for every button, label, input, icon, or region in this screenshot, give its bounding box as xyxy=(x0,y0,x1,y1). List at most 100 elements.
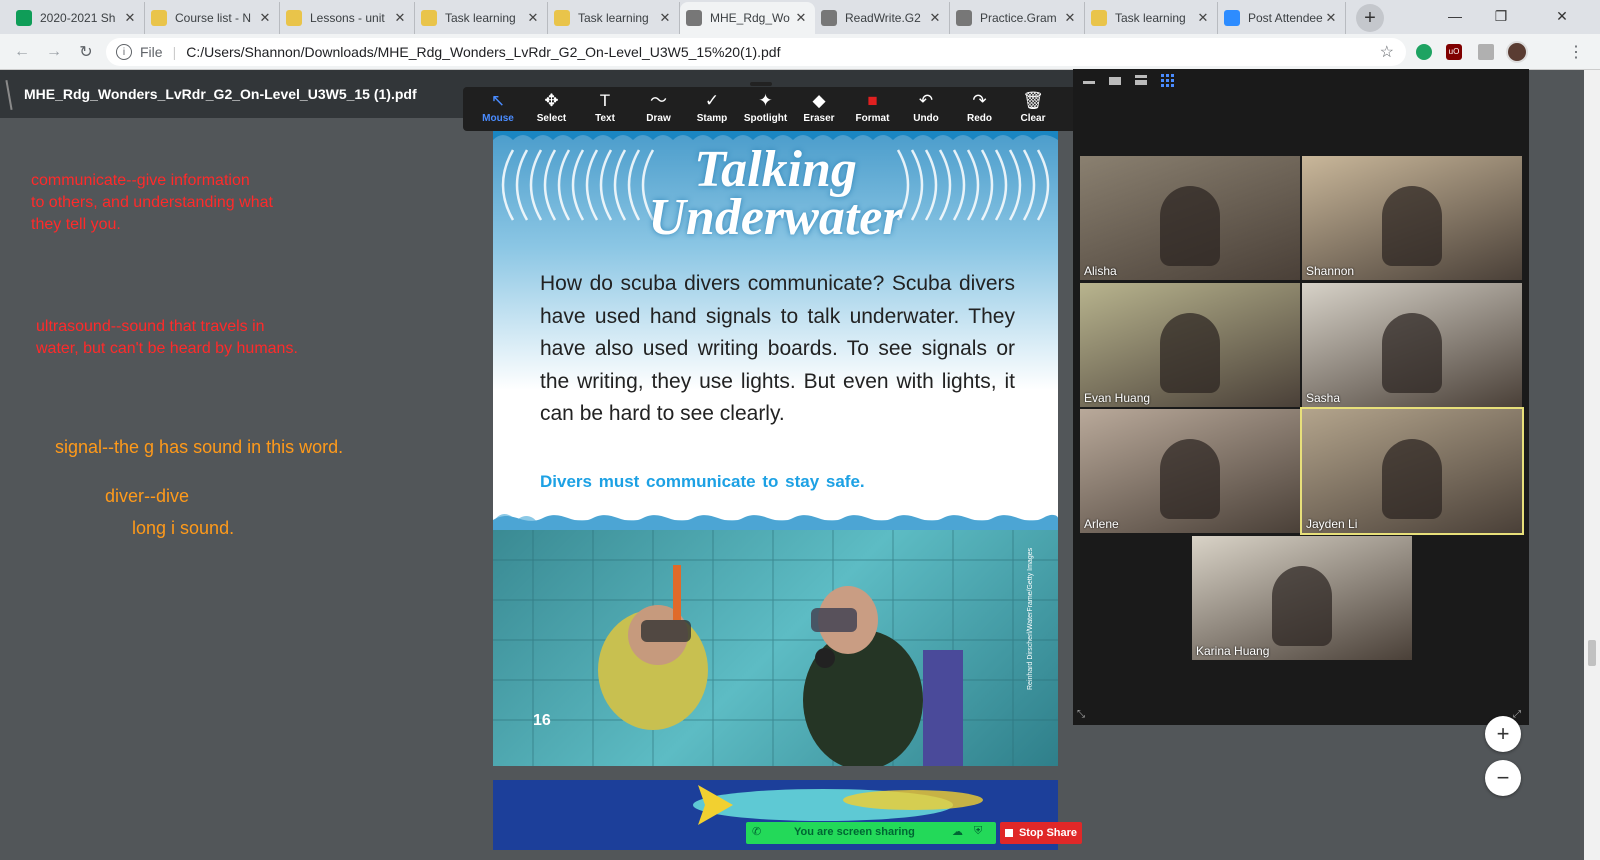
gallery-minimize-icon[interactable] xyxy=(1083,81,1095,84)
tool-clear-button[interactable]: 🗑 Clear xyxy=(1006,91,1060,129)
resize-handle-left-icon[interactable]: ⤡ xyxy=(1077,709,1085,720)
tab-5[interactable]: MHE_Rdg_Wo ✕ xyxy=(680,2,815,34)
menu-kebab-icon[interactable]: ⋮ xyxy=(1568,42,1584,62)
shield-icon: ⛨ xyxy=(974,825,983,837)
tab-close-icon[interactable]: ✕ xyxy=(1195,10,1211,26)
participant-name: Alisha xyxy=(1084,264,1117,278)
participant-video xyxy=(1382,313,1442,393)
tool-eraser-button[interactable]: ◆ Eraser xyxy=(792,91,846,129)
zoom-out-button[interactable]: − xyxy=(1485,760,1521,796)
tab-3[interactable]: Task learning ✕ xyxy=(415,2,548,34)
tab-2[interactable]: Lessons - unit ✕ xyxy=(280,2,415,34)
annotation-communicate: communicate--give information to others,… xyxy=(31,172,273,233)
tab-7[interactable]: Practice.Gram ✕ xyxy=(950,2,1085,34)
wave-border-bottom xyxy=(493,514,1058,530)
tab-title: Lessons - unit xyxy=(310,11,385,25)
tab-close-icon[interactable]: ✕ xyxy=(392,10,408,26)
new-tab-button[interactable]: + xyxy=(1356,4,1384,32)
pdf-page: Talking Underwater How do scuba divers c… xyxy=(493,130,1058,530)
gallery-speaker-view-icon[interactable] xyxy=(1135,75,1147,85)
bookmark-star-icon[interactable]: ☆ xyxy=(1380,42,1394,62)
classroom-icon xyxy=(421,10,437,26)
tab-close-icon[interactable]: ✕ xyxy=(927,10,943,26)
tab-1[interactable]: Course list - N ✕ xyxy=(145,2,280,34)
tab-title: Post Attendee xyxy=(1248,11,1323,25)
extension-grey-icon[interactable] xyxy=(1478,44,1494,60)
stop-share-button[interactable]: Stop Share xyxy=(1000,822,1082,844)
tool-label: Mouse xyxy=(482,113,514,124)
tool-stamp-button[interactable]: ✓ Stamp xyxy=(685,91,739,129)
page-scrollbar[interactable] xyxy=(1584,70,1600,860)
photo-credit: Reinhard Dirscherl/WaterFrame/Getty Imag… xyxy=(1027,547,1034,690)
avatar[interactable] xyxy=(1506,41,1528,63)
tab-title: 2020-2021 Sh xyxy=(40,11,116,25)
participant-video xyxy=(1382,439,1442,519)
tool-format-button[interactable]: ■ Format xyxy=(846,91,900,129)
tool-redo-button[interactable]: ↷ Redo xyxy=(953,91,1007,129)
participant-tile[interactable]: Arlene xyxy=(1080,409,1300,533)
zoom-annotation-toolbar: ↖ Mouse ✥ Select T Text 〜 Draw ✓ Stamp ✦ Spotlight ◆… xyxy=(463,87,1158,131)
tab-close-icon[interactable]: ✕ xyxy=(1323,10,1339,26)
tool-mouse-button[interactable]: ↖ Mouse xyxy=(471,91,525,129)
tab-close-icon[interactable]: ✕ xyxy=(525,10,541,26)
tool-label: Draw xyxy=(646,113,671,124)
participant-tile[interactable]: Karina Huang xyxy=(1192,536,1412,660)
tab-9[interactable]: Post Attendee ✕ xyxy=(1218,2,1346,34)
stop-icon xyxy=(1004,829,1013,837)
tool-text-button[interactable]: T Text xyxy=(578,91,632,129)
participant-name: Shannon xyxy=(1306,264,1355,278)
sidebar-toggle-icon[interactable] xyxy=(5,80,13,110)
zoom-in-button[interactable]: + xyxy=(1485,716,1521,752)
forward-icon[interactable]: → xyxy=(42,40,66,64)
tab-close-icon[interactable]: ✕ xyxy=(1062,10,1078,26)
participant-name: Karina Huang xyxy=(1196,644,1270,658)
reload-icon[interactable]: ↻ xyxy=(74,40,98,64)
tab-close-icon[interactable]: ✕ xyxy=(793,10,809,26)
divers-photo: 16 Reinhard Dirscherl/WaterFrame/Getty I… xyxy=(493,530,1058,766)
annotation-long-i: long i sound. xyxy=(132,518,235,538)
tab-title: Course list - N xyxy=(175,11,252,25)
gallery-view-icon[interactable] xyxy=(1161,73,1175,87)
tab-title: Practice.Gram xyxy=(980,11,1057,25)
tab-close-icon[interactable]: ✕ xyxy=(657,10,673,26)
toolbar-drag-handle[interactable] xyxy=(750,82,772,86)
tool-spotlight-button[interactable]: ✦ Spotlight xyxy=(739,91,793,129)
participant-tile[interactable]: Shannon xyxy=(1302,156,1522,280)
tab-6[interactable]: ReadWrite.G2 ✕ xyxy=(815,2,950,34)
close-window-button[interactable]: ✕ xyxy=(1524,0,1600,32)
zoom-gallery-window: Alisha Shannon Evan Huang Sasha Arlene Jayden… xyxy=(1073,69,1529,725)
gallery-single-icon[interactable] xyxy=(1109,77,1121,85)
restore-button[interactable]: ❐ xyxy=(1478,0,1524,32)
tool-undo-button[interactable]: ↶ Undo xyxy=(899,91,953,129)
participant-tile[interactable]: Evan Huang xyxy=(1080,283,1300,407)
participant-tile[interactable]: Jayden Li xyxy=(1300,407,1524,535)
tool-select-button[interactable]: ✥ Select xyxy=(525,91,579,129)
page-number: 16 xyxy=(533,712,551,729)
cursor-icon: ↖ xyxy=(490,91,506,110)
back-icon[interactable]: ← xyxy=(10,40,34,64)
tool-draw-button[interactable]: 〜 Draw xyxy=(632,91,686,129)
participant-tile[interactable]: Sasha xyxy=(1302,283,1522,407)
tool-label: Stamp xyxy=(696,113,728,124)
url-text[interactable]: C:/Users/Shannon/Downloads/MHE_Rdg_Wonde… xyxy=(186,44,780,60)
tab-4[interactable]: Task learning ✕ xyxy=(548,2,680,34)
participant-tile[interactable]: Alisha xyxy=(1080,156,1300,280)
info-icon[interactable]: i xyxy=(116,44,132,60)
tool-label: Undo xyxy=(913,113,939,124)
classroom-icon xyxy=(554,10,570,26)
redo-icon: ↷ xyxy=(972,91,987,110)
minimize-button[interactable]: — xyxy=(1432,0,1478,32)
resize-handle-right-icon[interactable]: ⤢ xyxy=(1513,709,1521,720)
tab-close-icon[interactable]: ✕ xyxy=(122,10,138,26)
ublock-icon[interactable]: uO xyxy=(1446,44,1462,60)
scrollbar-thumb[interactable] xyxy=(1588,640,1596,666)
sheets-icon xyxy=(16,10,32,26)
tab-title: MHE_Rdg_Wo xyxy=(710,11,790,25)
tab-8[interactable]: Task learning ✕ xyxy=(1085,2,1218,34)
extension-green-icon[interactable] xyxy=(1416,44,1432,60)
tab-close-icon[interactable]: ✕ xyxy=(257,10,273,26)
tool-label: Select xyxy=(536,113,567,124)
address-bar[interactable]: i File | C:/Users/Shannon/Downloads/MHE_… xyxy=(106,38,1406,66)
wave-border-top xyxy=(493,130,1058,140)
tab-0[interactable]: 2020-2021 Sh ✕ xyxy=(10,2,145,34)
